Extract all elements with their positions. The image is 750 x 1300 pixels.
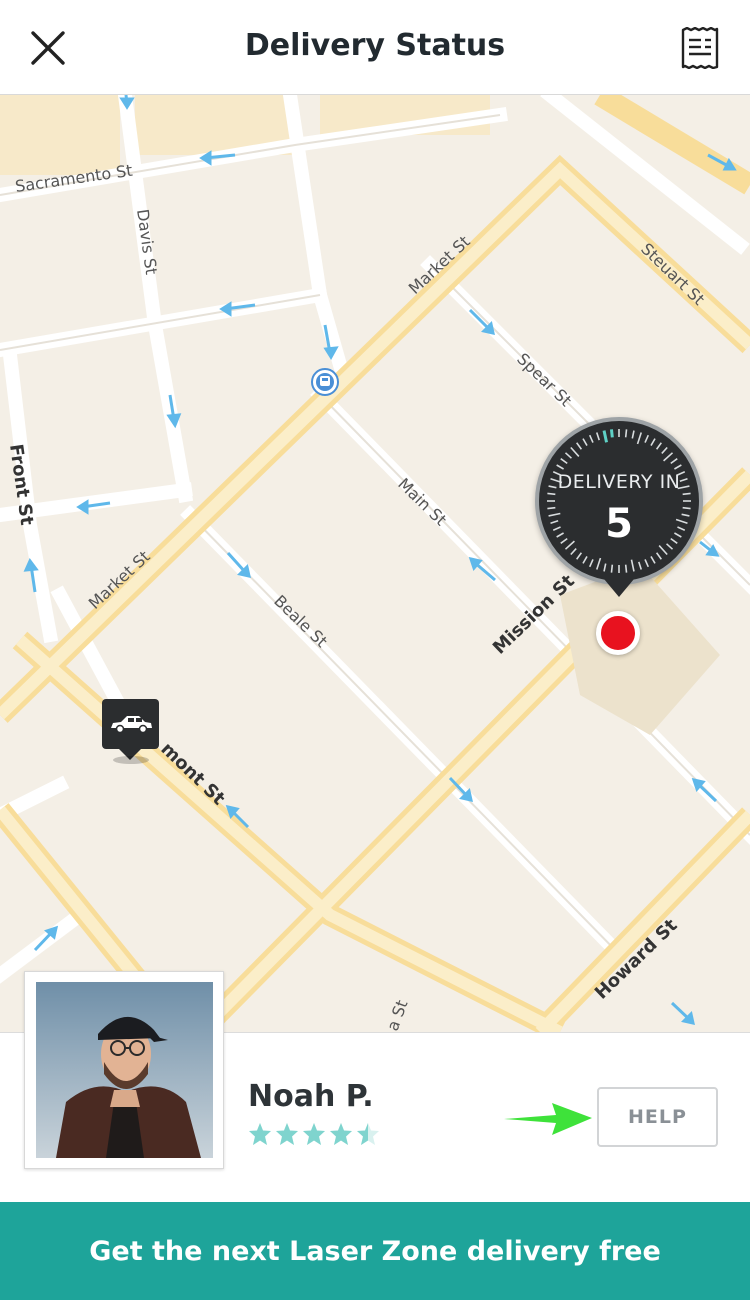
timer-tick [588, 559, 594, 568]
timer-tick [603, 563, 607, 572]
timer-tick [576, 552, 583, 560]
transit-station-icon[interactable] [311, 368, 339, 396]
receipt-button[interactable] [674, 22, 726, 74]
driver-photo-frame [24, 971, 224, 1169]
timer-tick [661, 446, 668, 454]
timer-pointer [604, 579, 634, 597]
page-title: Delivery Status [244, 28, 506, 63]
timer-tick [560, 458, 568, 465]
star-icon [249, 1123, 271, 1145]
timer-tick [624, 429, 628, 438]
timer-tick [595, 557, 602, 570]
car-marker-shadow [113, 756, 149, 764]
timer-label: DELIVERY IN [557, 471, 681, 493]
driver-photo [36, 982, 213, 1158]
timer-tick [564, 452, 572, 459]
timer-tick [570, 446, 580, 457]
star-icon [357, 1123, 379, 1145]
star-icon [276, 1123, 298, 1145]
timer-tick [576, 442, 583, 450]
delivery-map[interactable]: Sacramento St Davis St Market St Market … [0, 95, 750, 1032]
promo-banner[interactable]: Get the next Laser Zone delivery free [0, 1202, 750, 1300]
timer-tick [595, 432, 600, 441]
timer-tick [636, 432, 643, 445]
street-label-spear: Spear St [513, 349, 575, 410]
help-button[interactable]: HELP [597, 1087, 718, 1147]
timer-tick [547, 492, 556, 496]
timer-tick [650, 438, 656, 446]
timer-tick [644, 559, 650, 568]
header-bar: Delivery Status [0, 0, 750, 95]
timer-tick [670, 458, 678, 465]
timer-tick [582, 438, 588, 446]
timer-value: 5 [605, 501, 633, 547]
star-icon [330, 1123, 352, 1145]
receipt-icon [681, 27, 719, 69]
timer-tick [682, 492, 691, 496]
timer-tick [631, 430, 635, 439]
timer-tick [570, 548, 577, 556]
star-icon [303, 1123, 325, 1145]
street-label-main: Main St [394, 474, 450, 529]
destination-pin-icon [596, 611, 640, 655]
timer-tick [582, 556, 588, 564]
car-icon [110, 716, 152, 734]
timer-tick [655, 552, 662, 560]
driver-name: Noah P. [248, 1079, 374, 1114]
street-label-steuart: Steuart St [637, 239, 708, 309]
timer-tick [624, 564, 628, 573]
timer-tick [588, 434, 594, 443]
timer-tick [609, 429, 614, 438]
arrow-annotation-icon [504, 1103, 592, 1135]
timer-tick [655, 442, 662, 450]
car-marker[interactable] [102, 699, 159, 749]
timer-tick [556, 464, 564, 470]
timer-tick [630, 559, 635, 572]
timer-tick [644, 434, 650, 443]
street-label-beale: Beale St [270, 591, 331, 651]
timer-tick [602, 430, 608, 443]
timer-tick [663, 452, 674, 462]
driver-rating [248, 1122, 380, 1146]
timer-tick [650, 556, 656, 564]
street-label-first: a St [383, 997, 412, 1032]
timer-tick [610, 564, 614, 573]
timer-tick [638, 561, 643, 570]
timer-tick [674, 464, 682, 470]
